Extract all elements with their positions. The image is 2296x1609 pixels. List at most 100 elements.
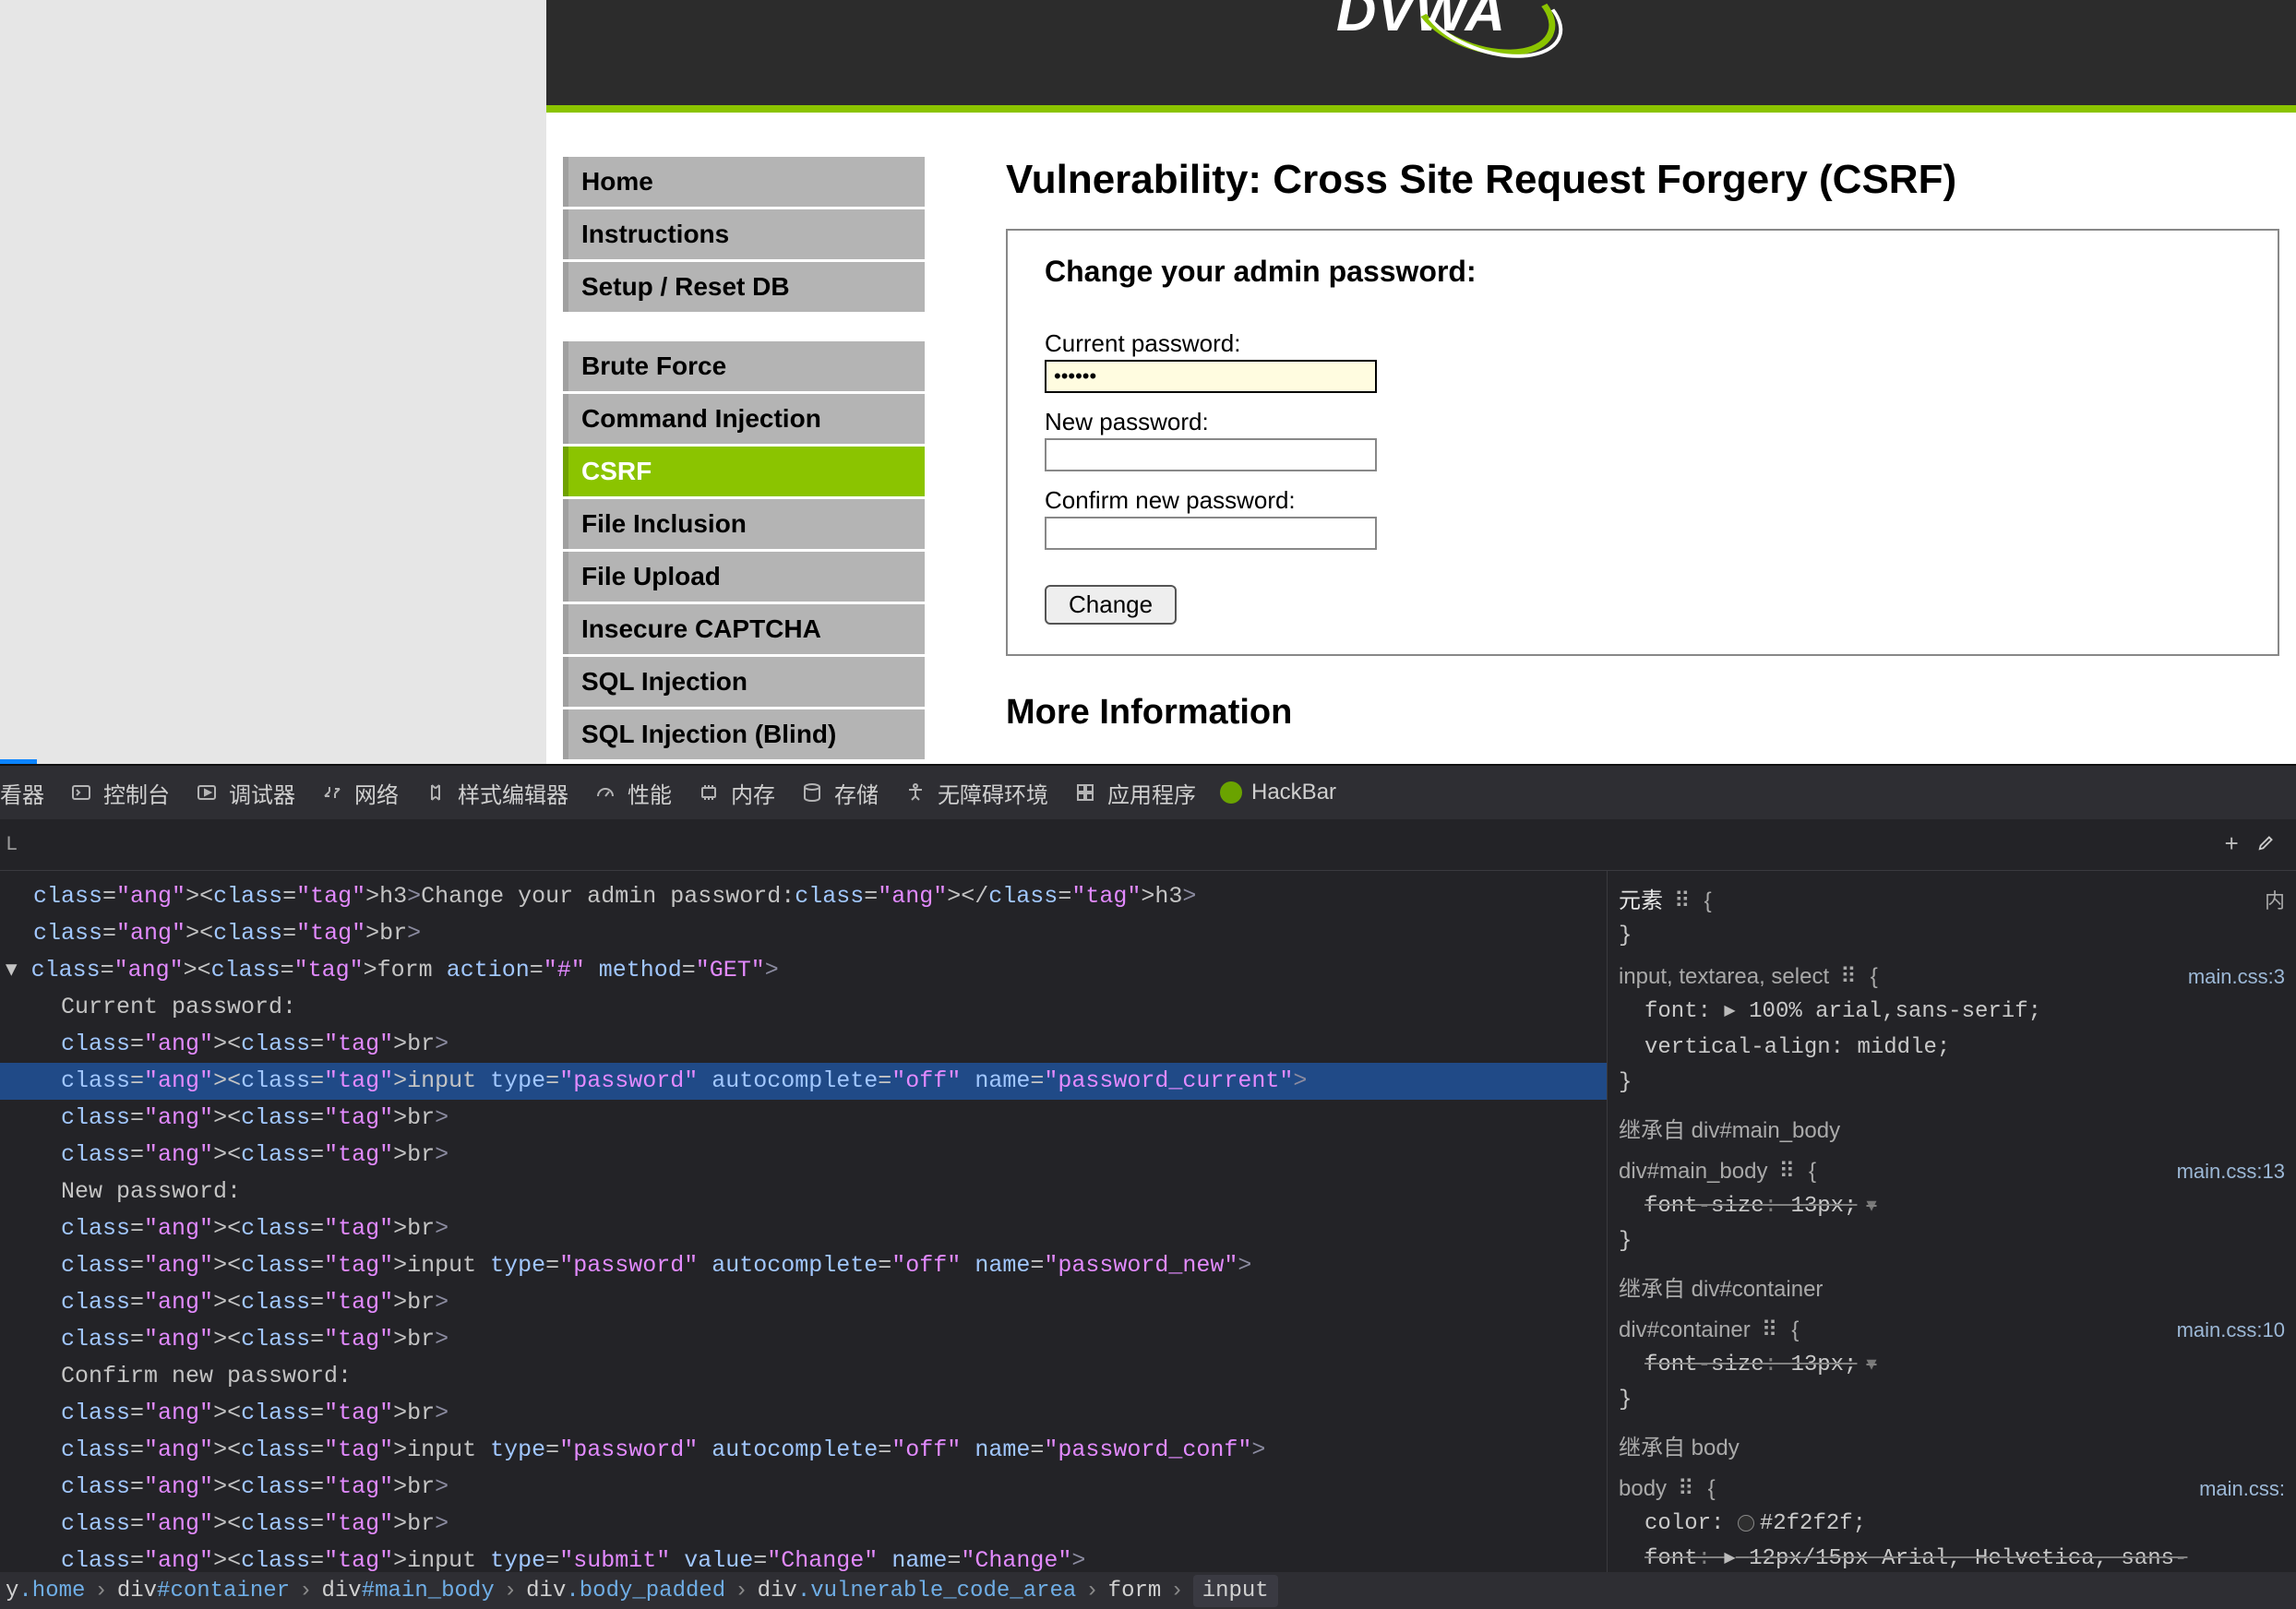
sidebar-item-sql-injection-blind[interactable]: SQL Injection (Blind): [563, 709, 925, 759]
chevron-right-icon: ›: [1085, 1579, 1098, 1603]
rule1-header: input, textarea, select ⠿ { main.css:3: [1619, 959, 2285, 995]
funnel-icon: ▾: [1866, 1195, 1876, 1218]
inherited-from-body: 继承自 body: [1619, 1431, 2285, 1466]
dom-line[interactable]: class="ang"><class="tag">br>: [0, 1284, 1607, 1321]
breadcrumb-item[interactable]: form: [1108, 1579, 1162, 1603]
breadcrumb-item[interactable]: y.home: [6, 1579, 85, 1603]
tab-application[interactable]: 应用程序: [1072, 777, 1196, 809]
dom-line[interactable]: ▾ class="ang"><class="tag">form action="…: [0, 952, 1607, 989]
tab-debugger[interactable]: 调试器: [194, 777, 295, 809]
dom-line[interactable]: Confirm new password:: [0, 1358, 1607, 1395]
chevron-right-icon: ›: [94, 1579, 107, 1603]
styles-pane: 过滤样式 :hov .cls + ☀ ◐ 元素 ⠿ { 内 }: [1608, 871, 2296, 1572]
password-form-box: Change your admin password: Current pass…: [1006, 229, 2279, 656]
sidebar-item-csrf[interactable]: CSRF: [563, 447, 925, 496]
css-property-overridden[interactable]: font-size: 13px;▾: [1619, 1189, 2285, 1224]
styles-body: 元素 ⠿ { 内 } input, textarea, select ⠿ { m…: [1608, 871, 2296, 1572]
breadcrumb-item[interactable]: div.body_padded: [526, 1579, 725, 1603]
chevron-right-icon: ›: [299, 1579, 312, 1603]
tab-hackbar[interactable]: HackBar: [1220, 780, 1336, 805]
header-accent-bar: [546, 105, 2296, 113]
tab-performance[interactable]: 性能: [592, 777, 672, 809]
breadcrumb-item[interactable]: div#container: [117, 1579, 290, 1603]
css-property[interactable]: font: ▶ 100% arial,sans-serif;: [1619, 995, 2285, 1031]
sidebar-item-file-upload[interactable]: File Upload: [563, 552, 925, 602]
network-icon: [319, 780, 345, 805]
search-hint[interactable]: L: [6, 833, 18, 856]
css-property-overridden[interactable]: font: ▶ 12px/15px Arial, Helvetica, sans…: [1619, 1542, 2285, 1572]
tab-storage[interactable]: 存储: [799, 777, 879, 809]
memory-icon: [696, 780, 722, 805]
main-content: Vulnerability: Cross Site Request Forger…: [941, 157, 2296, 764]
performance-icon: [592, 780, 618, 805]
dom-line[interactable]: class="ang"><class="tag">br>: [0, 1321, 1607, 1358]
breadcrumb-item[interactable]: input: [1193, 1575, 1278, 1607]
rule2-header: div#main_body ⠿ { main.css:13: [1619, 1154, 2285, 1189]
sidebar-group-1: Home Instructions Setup / Reset DB: [563, 157, 925, 312]
expand-tri-icon: ▶: [1724, 994, 1735, 1029]
form-heading: Change your admin password:: [1045, 255, 2241, 289]
new-password-input[interactable]: [1045, 438, 1377, 471]
color-swatch-icon: [1738, 1515, 1754, 1532]
tab-network[interactable]: 网络: [319, 777, 399, 809]
tab-accessibility[interactable]: 无障碍环境: [903, 777, 1048, 809]
dom-line[interactable]: class="ang"><class="tag">br>: [0, 1210, 1607, 1247]
sidebar-item-home[interactable]: Home: [563, 157, 925, 207]
dom-line[interactable]: class="ang"><class="tag">input type="sub…: [0, 1543, 1607, 1572]
sidebar-group-2: Brute Force Command Injection CSRF File …: [563, 341, 925, 759]
current-password-input[interactable]: [1045, 360, 1377, 393]
dom-line[interactable]: Current password:: [0, 989, 1607, 1026]
sidebar: Home Instructions Setup / Reset DB Brute…: [546, 157, 941, 764]
dom-line[interactable]: class="ang"><class="tag">br>: [0, 1506, 1607, 1543]
dom-line[interactable]: New password:: [0, 1174, 1607, 1210]
breadcrumb-item[interactable]: div.vulnerable_code_area: [758, 1579, 1077, 1603]
dom-line[interactable]: class="ang"><class="tag">br>: [0, 1395, 1607, 1432]
dom-line[interactable]: class="ang"><class="tag">br>: [0, 1026, 1607, 1063]
grip-icon: ⠿: [1778, 1154, 1798, 1189]
sidebar-item-instructions[interactable]: Instructions: [563, 209, 925, 259]
breadcrumb-item[interactable]: div#main_body: [321, 1579, 494, 1603]
tab-memory[interactable]: 内存: [696, 777, 775, 809]
dom-line[interactable]: class="ang"><class="tag">br>: [0, 1100, 1607, 1137]
confirm-password-input[interactable]: [1045, 517, 1377, 550]
dom-line[interactable]: class="ang"><class="tag">br>: [0, 1137, 1607, 1174]
sidebar-item-file-inclusion[interactable]: File Inclusion: [563, 499, 925, 549]
css-property-overridden[interactable]: font-size: 13px;▾: [1619, 1348, 2285, 1383]
sidebar-item-brute-force[interactable]: Brute Force: [563, 341, 925, 391]
more-information-heading: More Information: [1006, 693, 2296, 733]
tab-console[interactable]: 控制台: [68, 777, 170, 809]
header-gap: [546, 113, 2296, 157]
page-title: Vulnerability: Cross Site Request Forger…: [1006, 157, 2296, 203]
rule3-header: div#container ⠿ { main.css:10: [1619, 1313, 2285, 1348]
add-rule-button[interactable]: +: [2224, 831, 2239, 859]
confirm-password-label: Confirm new password:: [1045, 486, 2241, 515]
tab-style-editor[interactable]: 样式编辑器: [423, 777, 568, 809]
tab-inspector[interactable]: 看器: [0, 777, 44, 809]
devtools: 看器 控制台 调试器 网络 样式编辑器 性能 内存 存储 无障碍环境 应用程序 …: [0, 764, 2296, 1594]
dom-breadcrumbs: y.home › div#container › div#main_body › div.b…: [0, 1572, 2296, 1609]
sidebar-item-command-injection[interactable]: Command Injection: [563, 394, 925, 444]
css-property[interactable]: vertical-align: middle;: [1619, 1031, 2285, 1066]
dom-line[interactable]: class="ang"><class="tag">br>: [0, 1469, 1607, 1506]
change-button[interactable]: Change: [1045, 585, 1177, 625]
css-property[interactable]: color: #2f2f2f;: [1619, 1507, 2285, 1542]
dom-line[interactable]: class="ang"><class="tag">h3>Change your …: [0, 878, 1607, 915]
source-link[interactable]: main.css:3: [2188, 959, 2285, 995]
source-link[interactable]: main.css:: [2199, 1472, 2285, 1507]
dom-pane[interactable]: class="ang"><class="tag">h3>Change your …: [0, 871, 1608, 1572]
dom-line[interactable]: class="ang"><class="tag">input type="pas…: [0, 1432, 1607, 1469]
source-link[interactable]: main.css:10: [2177, 1313, 2285, 1348]
eyedropper-button[interactable]: [2257, 831, 2278, 859]
sidebar-item-sql-injection[interactable]: SQL Injection: [563, 657, 925, 707]
dom-line[interactable]: class="ang"><class="tag">input type="pas…: [0, 1247, 1607, 1284]
sidebar-item-insecure-captcha[interactable]: Insecure CAPTCHA: [563, 604, 925, 654]
source-link[interactable]: main.css:13: [2177, 1154, 2285, 1189]
style-editor-icon: [423, 780, 448, 805]
storage-icon: [799, 780, 825, 805]
grip-icon: ⠿: [1674, 884, 1693, 919]
element-rule-header: 元素 ⠿ { 内: [1619, 884, 2285, 919]
dom-line[interactable]: class="ang"><class="tag">input type="pas…: [0, 1063, 1607, 1100]
inner-tab[interactable]: 内: [2265, 884, 2285, 919]
dom-line[interactable]: class="ang"><class="tag">br>: [0, 915, 1607, 952]
sidebar-item-setup[interactable]: Setup / Reset DB: [563, 262, 925, 312]
